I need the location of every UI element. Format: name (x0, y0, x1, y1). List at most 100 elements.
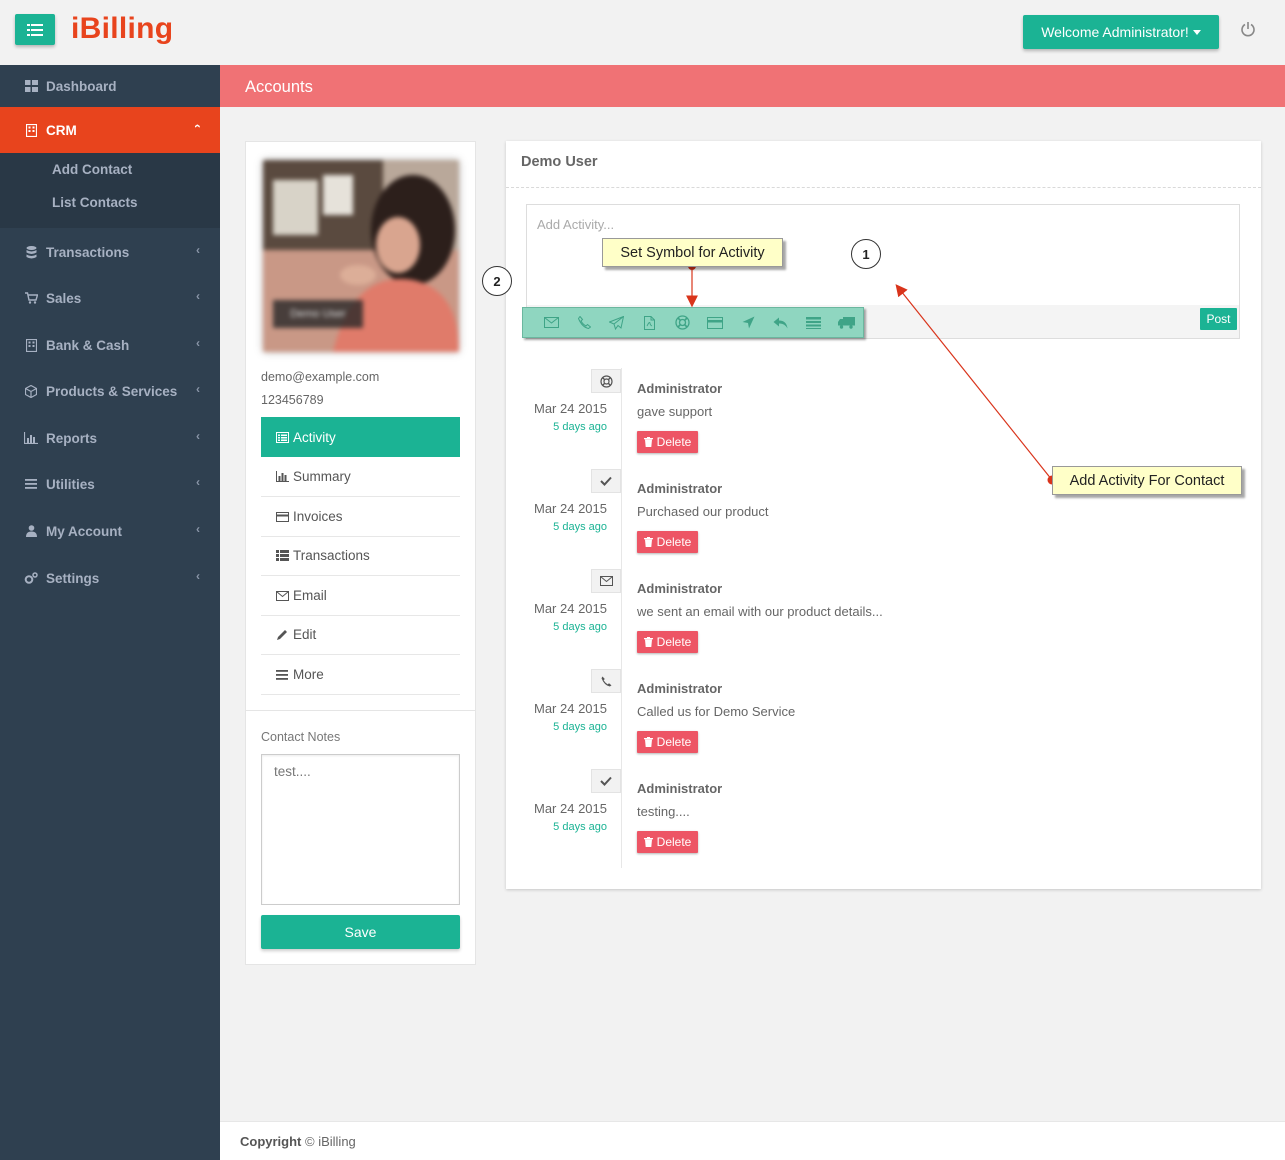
sidebar-item-label: Transactions (46, 244, 130, 260)
activity-text: Purchased our product (637, 504, 769, 519)
tab-label: Summary (293, 469, 351, 484)
delete-activity-button[interactable]: Delete (637, 431, 698, 453)
chevron-left-icon: ‹ (196, 475, 200, 489)
submenu-item-add-contact[interactable]: Add Contact (52, 162, 132, 177)
check-icon (591, 769, 621, 793)
user-icon (24, 524, 38, 538)
contact-notes-textarea[interactable]: test.... (261, 754, 460, 905)
phone-icon (591, 669, 621, 693)
paper-plane-icon[interactable] (601, 307, 634, 338)
tab-label: Edit (293, 627, 317, 642)
tab-label: Transactions (293, 548, 370, 563)
sidebar-item-settings[interactable]: Settings ‹ (0, 557, 220, 599)
activity-date: Mar 24 2015 (534, 501, 607, 516)
sidebar-item-my-account[interactable]: My Account ‹ (0, 510, 220, 552)
sidebar-item-label: CRM (46, 122, 77, 138)
chevron-left-icon: ‹ (196, 429, 200, 443)
delete-activity-button[interactable]: Delete (637, 631, 698, 653)
life-ring-icon[interactable] (666, 307, 699, 338)
sidebar-item-label: Utilities (46, 476, 95, 492)
menu-toggle-button[interactable] (15, 14, 55, 45)
tab-more[interactable]: More (261, 655, 460, 695)
user-menu-button[interactable]: Welcome Administrator! (1023, 15, 1219, 49)
timeline-line (621, 368, 622, 868)
tab-edit[interactable]: Edit (261, 615, 460, 655)
trash-icon (643, 837, 653, 847)
database-icon (24, 245, 38, 259)
envelope-icon (591, 569, 621, 593)
chevron-left-icon: ‹ (196, 289, 200, 303)
reply-icon[interactable] (765, 307, 798, 338)
tab-transactions[interactable]: Transactions (261, 536, 460, 576)
activity-callout: Add Activity For Contact (1052, 466, 1242, 495)
sidebar-item-reports[interactable]: Reports ‹ (0, 417, 220, 459)
avatar-label: Demo User (273, 300, 363, 328)
truck-icon[interactable] (830, 307, 863, 338)
activity-author: Administrator (637, 581, 723, 596)
activity-date: Mar 24 2015 (534, 601, 607, 616)
sidebar-item-transactions[interactable]: Transactions ‹ (0, 231, 220, 273)
chevron-left-icon: ‹ (196, 522, 200, 536)
post-button[interactable]: Post (1200, 308, 1237, 330)
delete-label: Delete (656, 735, 692, 749)
sidebar-item-products-services[interactable]: Products & Services ‹ (0, 370, 220, 412)
card-title: Demo User (521, 154, 598, 170)
phone-icon[interactable] (568, 307, 601, 338)
tab-invoices[interactable]: Invoices (261, 497, 460, 537)
activity-text: gave support (637, 404, 713, 419)
tab-email[interactable]: Email (261, 576, 460, 616)
envelope-icon[interactable] (535, 307, 568, 338)
activity-author: Administrator (637, 381, 723, 396)
envelope-icon (276, 590, 289, 602)
delete-label: Delete (656, 835, 692, 849)
activity-time-ago: 5 days ago (553, 621, 607, 633)
credit-card-icon[interactable] (699, 307, 732, 338)
sidebar-item-label: Bank & Cash (46, 337, 130, 353)
activity-author: Administrator (637, 481, 723, 496)
page-title: Accounts (245, 78, 313, 96)
cube-icon (24, 384, 38, 398)
submenu-item-list-contacts[interactable]: List Contacts (52, 195, 138, 210)
sidebar-item-bank-cash[interactable]: Bank & Cash ‹ (0, 324, 220, 366)
activity-author: Administrator (637, 781, 723, 796)
delete-activity-button[interactable]: Delete (637, 531, 698, 553)
activity-date: Mar 24 2015 (534, 701, 607, 716)
contact-email: demo@example.com (261, 370, 380, 384)
activity-time-ago: 5 days ago (553, 421, 607, 433)
trash-icon (643, 537, 653, 547)
tab-activity[interactable]: Activity (261, 417, 460, 457)
avatar: Demo User (263, 160, 459, 352)
copyright-text: © iBilling (305, 1134, 356, 1149)
building-icon (24, 123, 38, 137)
life-ring-icon (591, 369, 621, 393)
delete-label: Delete (656, 635, 692, 649)
tab-summary[interactable]: Summary (261, 457, 460, 497)
power-icon[interactable] (1240, 21, 1256, 37)
file-pdf-icon[interactable] (633, 307, 666, 338)
delete-activity-button[interactable]: Delete (637, 731, 698, 753)
chevron-left-icon: ‹ (196, 336, 200, 350)
sidebar-item-dashboard[interactable]: Dashboard (0, 65, 220, 107)
shopping-cart-icon (24, 291, 38, 305)
save-button[interactable]: Save (261, 915, 460, 949)
sidebar-item-utilities[interactable]: Utilities ‹ (0, 463, 220, 505)
delete-label: Delete (656, 535, 692, 549)
delete-activity-button[interactable]: Delete (637, 831, 698, 853)
list-alt-icon[interactable] (797, 307, 830, 338)
list-icon (27, 23, 43, 36)
trash-icon (643, 737, 653, 747)
annotation-number: 2 (482, 266, 512, 296)
copyright-label: Copyright (240, 1134, 302, 1149)
activity-author: Administrator (637, 681, 723, 696)
sidebar: Dashboard CRM ‹ Add Contact List Contact… (0, 65, 220, 1160)
sidebar-item-label: Sales (46, 290, 82, 306)
sidebar-item-crm[interactable]: CRM ‹ (0, 107, 220, 153)
app-logo[interactable]: iBilling (71, 12, 173, 46)
sidebar-item-label: Reports (46, 430, 98, 446)
sidebar-item-sales[interactable]: Sales ‹ (0, 277, 220, 319)
location-arrow-icon[interactable] (732, 307, 765, 338)
activity-time-ago: 5 days ago (553, 821, 607, 833)
trash-icon (643, 637, 653, 647)
sidebar-item-label: My Account (46, 523, 123, 539)
crm-submenu: Add Contact List Contacts (0, 153, 220, 228)
